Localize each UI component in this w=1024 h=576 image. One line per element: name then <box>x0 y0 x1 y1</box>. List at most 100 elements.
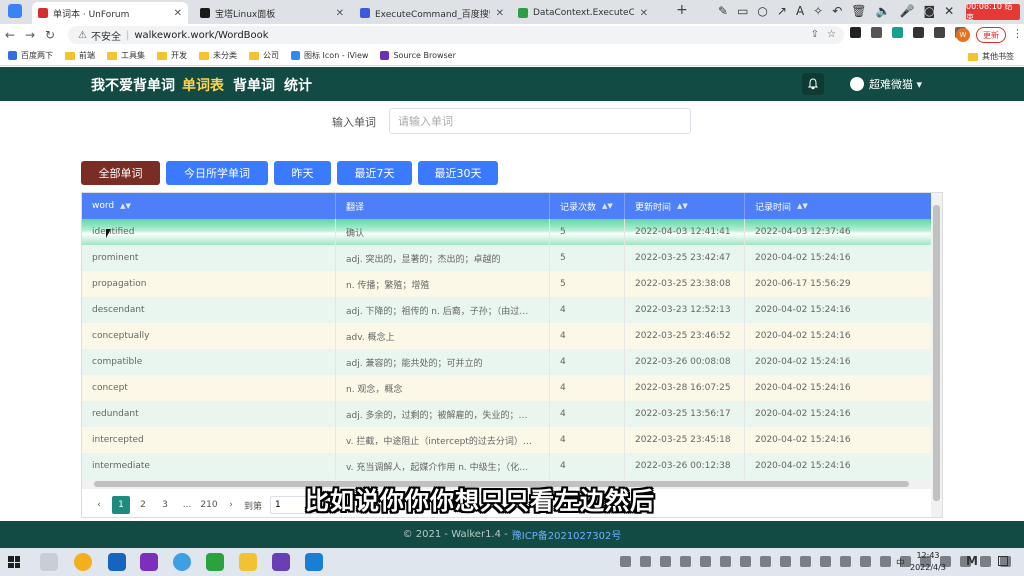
circle-icon[interactable]: ○ <box>757 4 767 18</box>
notification-center-icon[interactable] <box>998 556 1008 566</box>
sort-icon[interactable]: ▲▼ <box>677 202 688 210</box>
other-bookmarks[interactable]: 其他书签 <box>968 51 1024 62</box>
browser-tab[interactable]: 单词本 · UnForum ✕ <box>32 2 188 24</box>
column-header-recorded[interactable]: 记录时间 ▲▼ <box>745 193 932 219</box>
notification-button[interactable] <box>802 73 824 95</box>
table-row[interactable]: concept n. 观念，概念 4 2022-03-28 16:07:25 2020-… <box>82 375 932 401</box>
tray-icon[interactable] <box>760 556 771 567</box>
column-header-updated[interactable]: 更新时间 ▲▼ <box>625 193 745 219</box>
tray-icon[interactable] <box>780 556 791 567</box>
tray-icon[interactable] <box>700 556 711 567</box>
bookmark-item[interactable]: 公司 <box>249 50 279 61</box>
user-menu[interactable]: 超难微猫 ▾ <box>850 76 922 92</box>
nav-statistics[interactable]: 统计 <box>284 75 312 95</box>
column-header-translation[interactable]: 翻译 <box>336 193 550 219</box>
page-last[interactable]: 210 <box>200 496 218 514</box>
logo-icon[interactable]: M <box>966 554 978 568</box>
tray-icon[interactable] <box>640 556 651 567</box>
menu-icon[interactable]: ⋮ <box>1012 27 1023 40</box>
rocket-app-icon[interactable] <box>40 553 58 571</box>
pen-icon[interactable]: ✎ <box>718 4 728 18</box>
page-2[interactable]: 2 <box>134 496 152 514</box>
wechat-app-icon[interactable] <box>206 553 224 571</box>
reload-icon[interactable]: ↻ <box>40 28 60 42</box>
arrow-icon[interactable]: ↗ <box>777 4 787 18</box>
update-button[interactable]: 更新 <box>976 27 1006 43</box>
recording-stop-button[interactable]: 00:08:10 结束 <box>966 2 1020 22</box>
puzzle-icon[interactable] <box>934 27 945 38</box>
table-row[interactable]: conceptually adv. 概念上 4 2022-03-25 23:46:52… <box>82 323 932 349</box>
close-tab-icon[interactable]: ✕ <box>336 8 344 19</box>
undo-icon[interactable]: ↶ <box>832 4 842 18</box>
window-app-icon[interactable] <box>8 4 22 18</box>
table-row[interactable]: prominent adj. 突出的，显著的；杰出的；卓越的 5 2022-03-25… <box>82 245 932 271</box>
windows-start-icon[interactable] <box>8 556 20 568</box>
share-icon[interactable]: ⇪ <box>811 29 819 40</box>
rectangle-icon[interactable]: ▭ <box>737 4 748 18</box>
vertical-scrollbar[interactable] <box>931 193 942 517</box>
chrome-app-icon[interactable] <box>74 553 92 571</box>
profile-avatar[interactable]: W <box>956 28 970 42</box>
sort-icon[interactable]: ▲▼ <box>797 202 808 210</box>
bookmark-item[interactable]: 工具集 <box>107 50 145 61</box>
search-input[interactable] <box>389 108 691 134</box>
bookmark-item[interactable]: Source Browser <box>380 50 456 61</box>
table-row[interactable]: redundant adj. 多余的，过剩的；被解雇的，失业的；… 4 2022-03… <box>82 401 932 427</box>
bookmark-item[interactable]: 未分类 <box>199 50 237 61</box>
vscode-icon[interactable] <box>305 553 323 571</box>
tray-icon[interactable] <box>980 556 991 567</box>
extension-icon[interactable] <box>871 27 882 38</box>
tray-icon[interactable] <box>880 556 891 567</box>
tray-icon[interactable] <box>740 556 751 567</box>
bookmark-item[interactable]: 开发 <box>157 50 187 61</box>
sort-icon[interactable]: ▲▼ <box>602 202 613 210</box>
column-header-count[interactable]: 记录次数 ▲▼ <box>550 193 625 219</box>
onenote-app-icon[interactable] <box>140 553 158 571</box>
table-row[interactable]: propagation n. 传播；繁殖；增殖 5 2022-03-25 23:38:… <box>82 271 932 297</box>
filter-all-button[interactable]: 全部单词 <box>81 161 160 185</box>
forward-icon[interactable]: → <box>20 28 40 42</box>
star-icon[interactable]: ☆ <box>827 29 836 40</box>
system-clock[interactable]: 12:43 2022/4/3 <box>910 550 946 574</box>
table-row[interactable]: intercepted v. 拦截，中途阻止（intercept的过去分词）… 4 2… <box>82 427 932 453</box>
table-row[interactable]: identified 确认 5 2022-04-03 12:41:41 2022-04-… <box>82 219 932 245</box>
bookmark-item[interactable]: 图标 Icon - iView <box>291 50 368 61</box>
bookmark-item[interactable]: 百度两下 <box>8 50 53 61</box>
page-ellipsis[interactable]: ... <box>178 496 196 514</box>
back-icon[interactable]: ← <box>0 28 20 42</box>
browser-tab[interactable]: DataContext.ExecuteComman ✕ <box>512 2 654 24</box>
sort-icon[interactable]: ▲▼ <box>120 202 131 210</box>
bookmark-item[interactable]: 前端 <box>65 50 95 61</box>
close-icon[interactable]: ✕ <box>944 4 954 18</box>
new-tab-button[interactable]: + <box>676 2 688 18</box>
browser-tab[interactable]: 宝塔Linux面板 ✕ <box>194 2 350 24</box>
mic-icon[interactable]: 🎤 <box>899 4 914 18</box>
maps-app-icon[interactable] <box>108 553 126 571</box>
omnibox[interactable]: ⚠ 不安全 | walkework.work/WordBook ⇪ ☆ <box>68 26 844 44</box>
extension-icon[interactable] <box>913 27 924 38</box>
tray-icon[interactable] <box>840 556 851 567</box>
visual-studio-icon[interactable] <box>272 553 290 571</box>
magic-icon[interactable]: ✧ <box>813 4 823 18</box>
table-row[interactable]: descendant adj. 下降的；祖传的 n. 后裔，子孙；（由过… 4 202… <box>82 297 932 323</box>
prev-page-button[interactable]: ‹ <box>90 496 108 514</box>
nav-brand[interactable]: 我不爱背单词 <box>91 75 175 95</box>
vue-devtools-icon[interactable] <box>892 27 903 38</box>
tray-icon[interactable] <box>620 556 631 567</box>
extension-icon[interactable] <box>850 27 861 38</box>
explorer-app-icon[interactable] <box>239 553 257 571</box>
tray-icon[interactable] <box>820 556 831 567</box>
scrollbar-thumb[interactable] <box>933 205 940 501</box>
tray-icon[interactable] <box>720 556 731 567</box>
nav-wordbook[interactable]: 单词表 <box>182 75 224 95</box>
icp-link[interactable]: 豫ICP备2021027302号 <box>512 527 622 542</box>
table-row[interactable]: intermediate v. 充当调解人，起媒介作用 n. 中级生；（化… 4 20… <box>82 453 932 479</box>
close-tab-icon[interactable]: ✕ <box>496 8 504 19</box>
url-text[interactable]: walkework.work/WordBook <box>134 30 268 41</box>
volume-icon[interactable]: 🔈 <box>876 4 891 18</box>
browser-tab[interactable]: ExecuteCommand_百度搜索 ✕ <box>354 2 510 24</box>
table-row[interactable]: compatible adj. 兼容的；能共处的；可并立的 4 2022-03-26 … <box>82 349 932 375</box>
page-3[interactable]: 3 <box>156 496 174 514</box>
close-tab-icon[interactable]: ✕ <box>174 8 182 19</box>
page-1[interactable]: 1 <box>112 496 130 514</box>
